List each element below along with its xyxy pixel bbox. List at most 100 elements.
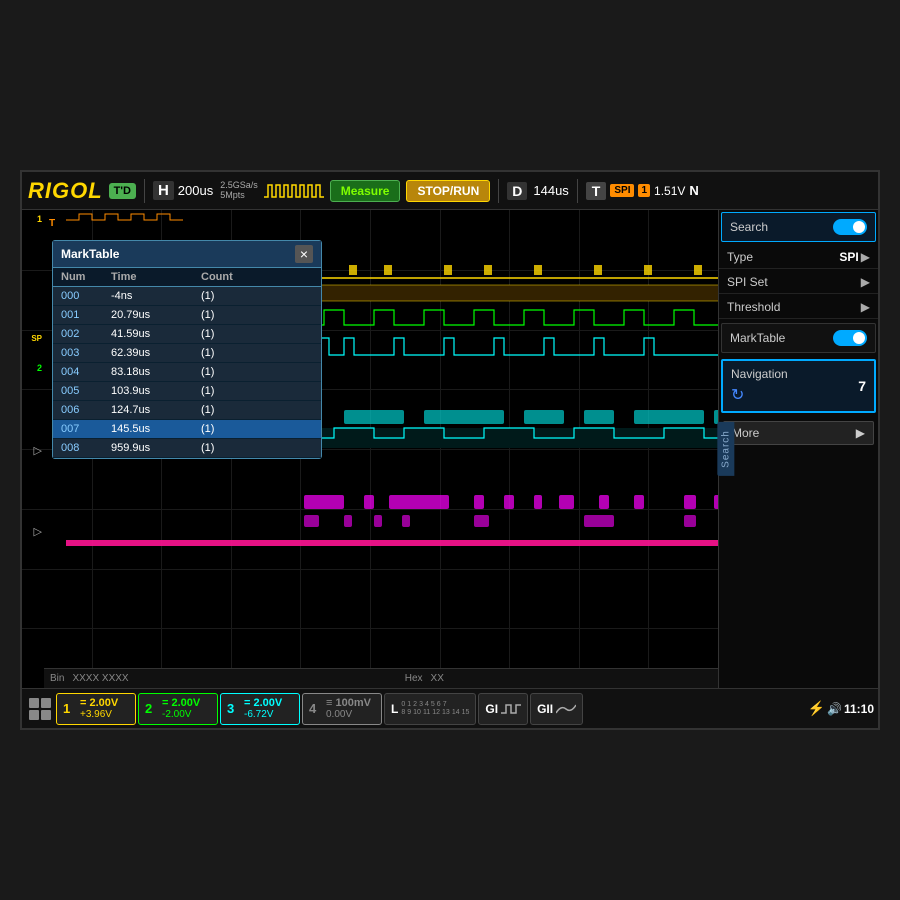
d-value: 144us: [533, 183, 568, 198]
ch1-number: 1: [63, 701, 77, 716]
marktable-section: MarkTable: [721, 323, 876, 353]
wave-icon-area: [264, 179, 324, 203]
table-row[interactable]: 006 124.7us (1): [53, 401, 321, 420]
type-label: Type: [727, 250, 753, 264]
waveform-area: 1 SP 2 ▷ ▷ T: [22, 210, 718, 688]
svg-text:T: T: [49, 218, 55, 229]
table-row-selected[interactable]: 007 145.5us (1): [53, 420, 321, 439]
d-label: D: [507, 182, 527, 200]
table-row[interactable]: 004 83.18us (1): [53, 363, 321, 382]
col-num: Num: [61, 271, 111, 283]
ch2-number: 2: [145, 701, 159, 716]
hex-value: XX: [431, 673, 444, 684]
main-area: 1 SP 2 ▷ ▷ T: [22, 210, 878, 688]
ch2-side-label: 2: [22, 363, 44, 373]
ch4-offset: 0.00V: [326, 709, 371, 720]
table-row[interactable]: 003 62.39us (1): [53, 344, 321, 363]
ch2-offset: -2.00V: [162, 709, 200, 720]
mark-table-header: MarkTable ×: [53, 241, 321, 268]
h-label: H: [153, 181, 174, 200]
threshold-label: Threshold: [727, 300, 780, 314]
spi-badge: SPI: [610, 184, 634, 197]
usb-icon: ⚡: [808, 700, 825, 717]
marktable-toggle[interactable]: [833, 330, 867, 346]
stoprun-button[interactable]: STOP/RUN: [406, 180, 490, 202]
brand-logo: RIGOL: [28, 178, 103, 204]
gi-label: GI: [485, 702, 498, 716]
more-arrow: ▶: [856, 426, 865, 440]
navigation-label: Navigation: [731, 367, 788, 381]
ch4-volt: ≡ 100mV: [326, 697, 371, 709]
navigation-number: 7: [858, 378, 866, 394]
timebase-section: H 200us 2.5GSa/s 5Mpts: [153, 181, 258, 201]
gii-status[interactable]: GII: [530, 693, 583, 725]
ch3-offset: -6.72V: [244, 709, 282, 720]
search-tab[interactable]: Search: [717, 422, 734, 476]
volume-icon: 🔊: [827, 702, 842, 716]
spi-set-section[interactable]: SPI Set ▶: [719, 271, 878, 294]
gi-status[interactable]: GI: [478, 693, 528, 725]
measure-button[interactable]: Measure: [330, 180, 401, 202]
top-bar: RIGOL T'D H 200us 2.5GSa/s 5Mpts Measure…: [22, 172, 878, 210]
ch1-status[interactable]: 1 = 2.00V +3.96V: [56, 693, 136, 725]
table-row[interactable]: 000 -4ns (1): [53, 287, 321, 306]
gi-wave-icon: [501, 701, 521, 717]
col-count: Count: [201, 271, 271, 283]
threshold-row[interactable]: Threshold ▶: [727, 300, 870, 314]
threshold-arrow: ▶: [861, 300, 870, 314]
search-toggle[interactable]: [833, 219, 867, 235]
mark-table-close-button[interactable]: ×: [295, 245, 313, 263]
more-button[interactable]: More ▶: [723, 421, 874, 445]
ch1-offset: +3.96V: [80, 709, 118, 720]
type-row[interactable]: Type SPI ▶: [727, 250, 870, 264]
nav-icon[interactable]: ↻: [731, 385, 788, 405]
time-display: 11:10: [844, 702, 874, 716]
hex-label: Hex: [405, 673, 423, 684]
sample-pts: 5Mpts: [220, 191, 258, 201]
ch1-indicator: 1: [638, 184, 650, 197]
col-time: Time: [111, 271, 201, 283]
table-row[interactable]: 002 41.59us (1): [53, 325, 321, 344]
bin-label: Bin: [50, 673, 64, 684]
gii-label: GII: [537, 702, 553, 716]
timebase-value: 200us: [178, 183, 213, 198]
ch1-volt: = 2.00V: [80, 697, 118, 709]
bin-value: XXXX XXXX: [72, 673, 128, 684]
ch2-status[interactable]: 2 = 2.00V -2.00V: [138, 693, 218, 725]
type-section: Type SPI ▶: [719, 246, 878, 269]
table-row[interactable]: 008 959.9us (1): [53, 439, 321, 458]
bottom-bar: 1 = 2.00V +3.96V 2 = 2.00V -2.00V 3 = 2.…: [22, 688, 878, 728]
l-grid: 012 345 67 8910 111213 1415: [401, 701, 469, 716]
mark-table-title: MarkTable: [61, 247, 119, 261]
grid-menu-icon[interactable]: [26, 695, 54, 723]
trigger-section: T SPI 1 1.51V N: [586, 182, 699, 200]
wave-icon: [264, 179, 324, 203]
td-badge[interactable]: T'D: [109, 183, 136, 199]
spi-set-label: SPI Set: [727, 275, 768, 289]
gii-wave-icon: [556, 701, 576, 717]
mark-table-column-headers: Num Time Count: [53, 268, 321, 287]
oscilloscope-screen: RIGOL T'D H 200us 2.5GSa/s 5Mpts Measure…: [20, 170, 880, 730]
table-row[interactable]: 001 20.79us (1): [53, 306, 321, 325]
navigation-section: Navigation ↻ 7: [721, 359, 876, 413]
spi-set-row[interactable]: SPI Set ▶: [727, 275, 870, 289]
ch3-number: 3: [227, 701, 241, 716]
right-panel: Search Search Type SPI ▶: [718, 210, 878, 688]
threshold-section[interactable]: Threshold ▶: [719, 296, 878, 319]
ch3-volt: = 2.00V: [244, 697, 282, 709]
type-arrow: ▶: [861, 250, 870, 264]
navigation-row: Navigation ↻ 7: [731, 367, 866, 405]
table-row[interactable]: 005 103.9us (1): [53, 382, 321, 401]
ch4-status[interactable]: 4 ≡ 100mV 0.00V: [302, 693, 382, 725]
search-row: Search: [730, 219, 867, 235]
mark-table: MarkTable × Num Time Count 000 -4ns (1) …: [52, 240, 322, 459]
right-panel-content: Search Type SPI ▶: [719, 210, 878, 688]
l-status[interactable]: L 012 345 67 8910 111213 1415: [384, 693, 476, 725]
ch3-status[interactable]: 3 = 2.00V -6.72V: [220, 693, 300, 725]
t-label: T: [586, 182, 607, 200]
bin-hex-bar: Bin XXXX XXXX Hex XX: [44, 668, 718, 688]
ch3-text: = 2.00V -6.72V: [244, 697, 282, 720]
spi-set-arrow: ▶: [861, 275, 870, 289]
ch1-side-label: 1: [22, 214, 44, 224]
d-arrow: ▷: [22, 444, 44, 457]
